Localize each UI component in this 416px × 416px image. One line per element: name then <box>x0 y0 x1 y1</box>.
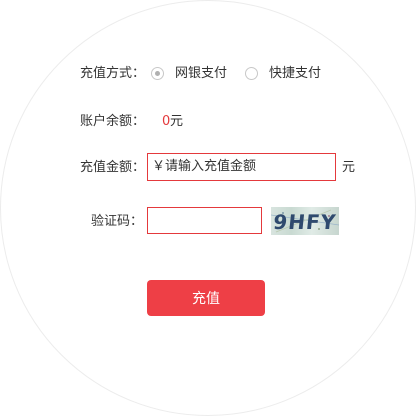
captcha-text: 9HFY <box>272 210 337 234</box>
captcha-input[interactable] <box>147 207 262 234</box>
balance-unit: 元 <box>170 114 184 129</box>
amount-input[interactable]: ￥请输入充值金额 <box>147 153 336 181</box>
radio-quickpay-label[interactable]: 快捷支付 <box>269 63 321 85</box>
balance-row: 账户余额： 0 元 <box>0 111 416 133</box>
radio-quickpay[interactable] <box>245 67 258 80</box>
payment-method-row: 充值方式： 网银支付 快捷支付 <box>0 63 416 85</box>
radio-netbank[interactable] <box>151 67 164 80</box>
captcha-image[interactable]: 9HFY <box>271 207 339 235</box>
captcha-row: 验证码： 9HFY <box>0 207 416 235</box>
amount-row: 充值金额： ￥请输入充值金额 元 <box>0 153 416 181</box>
amount-unit: 元 <box>342 160 356 175</box>
balance-label: 账户余额： <box>80 114 146 129</box>
radio-netbank-label[interactable]: 网银支付 <box>175 63 227 85</box>
recharge-panel: 充值方式： 网银支付 快捷支付 账户余额： 0 元 充值金额： ￥请输入充值金额… <box>0 0 416 416</box>
recharge-submit-button[interactable]: 充值 <box>147 280 265 316</box>
payment-method-label: 充值方式： <box>80 66 146 81</box>
captcha-graphic: 9HFY <box>271 209 339 234</box>
captcha-label: 验证码： <box>90 214 143 229</box>
